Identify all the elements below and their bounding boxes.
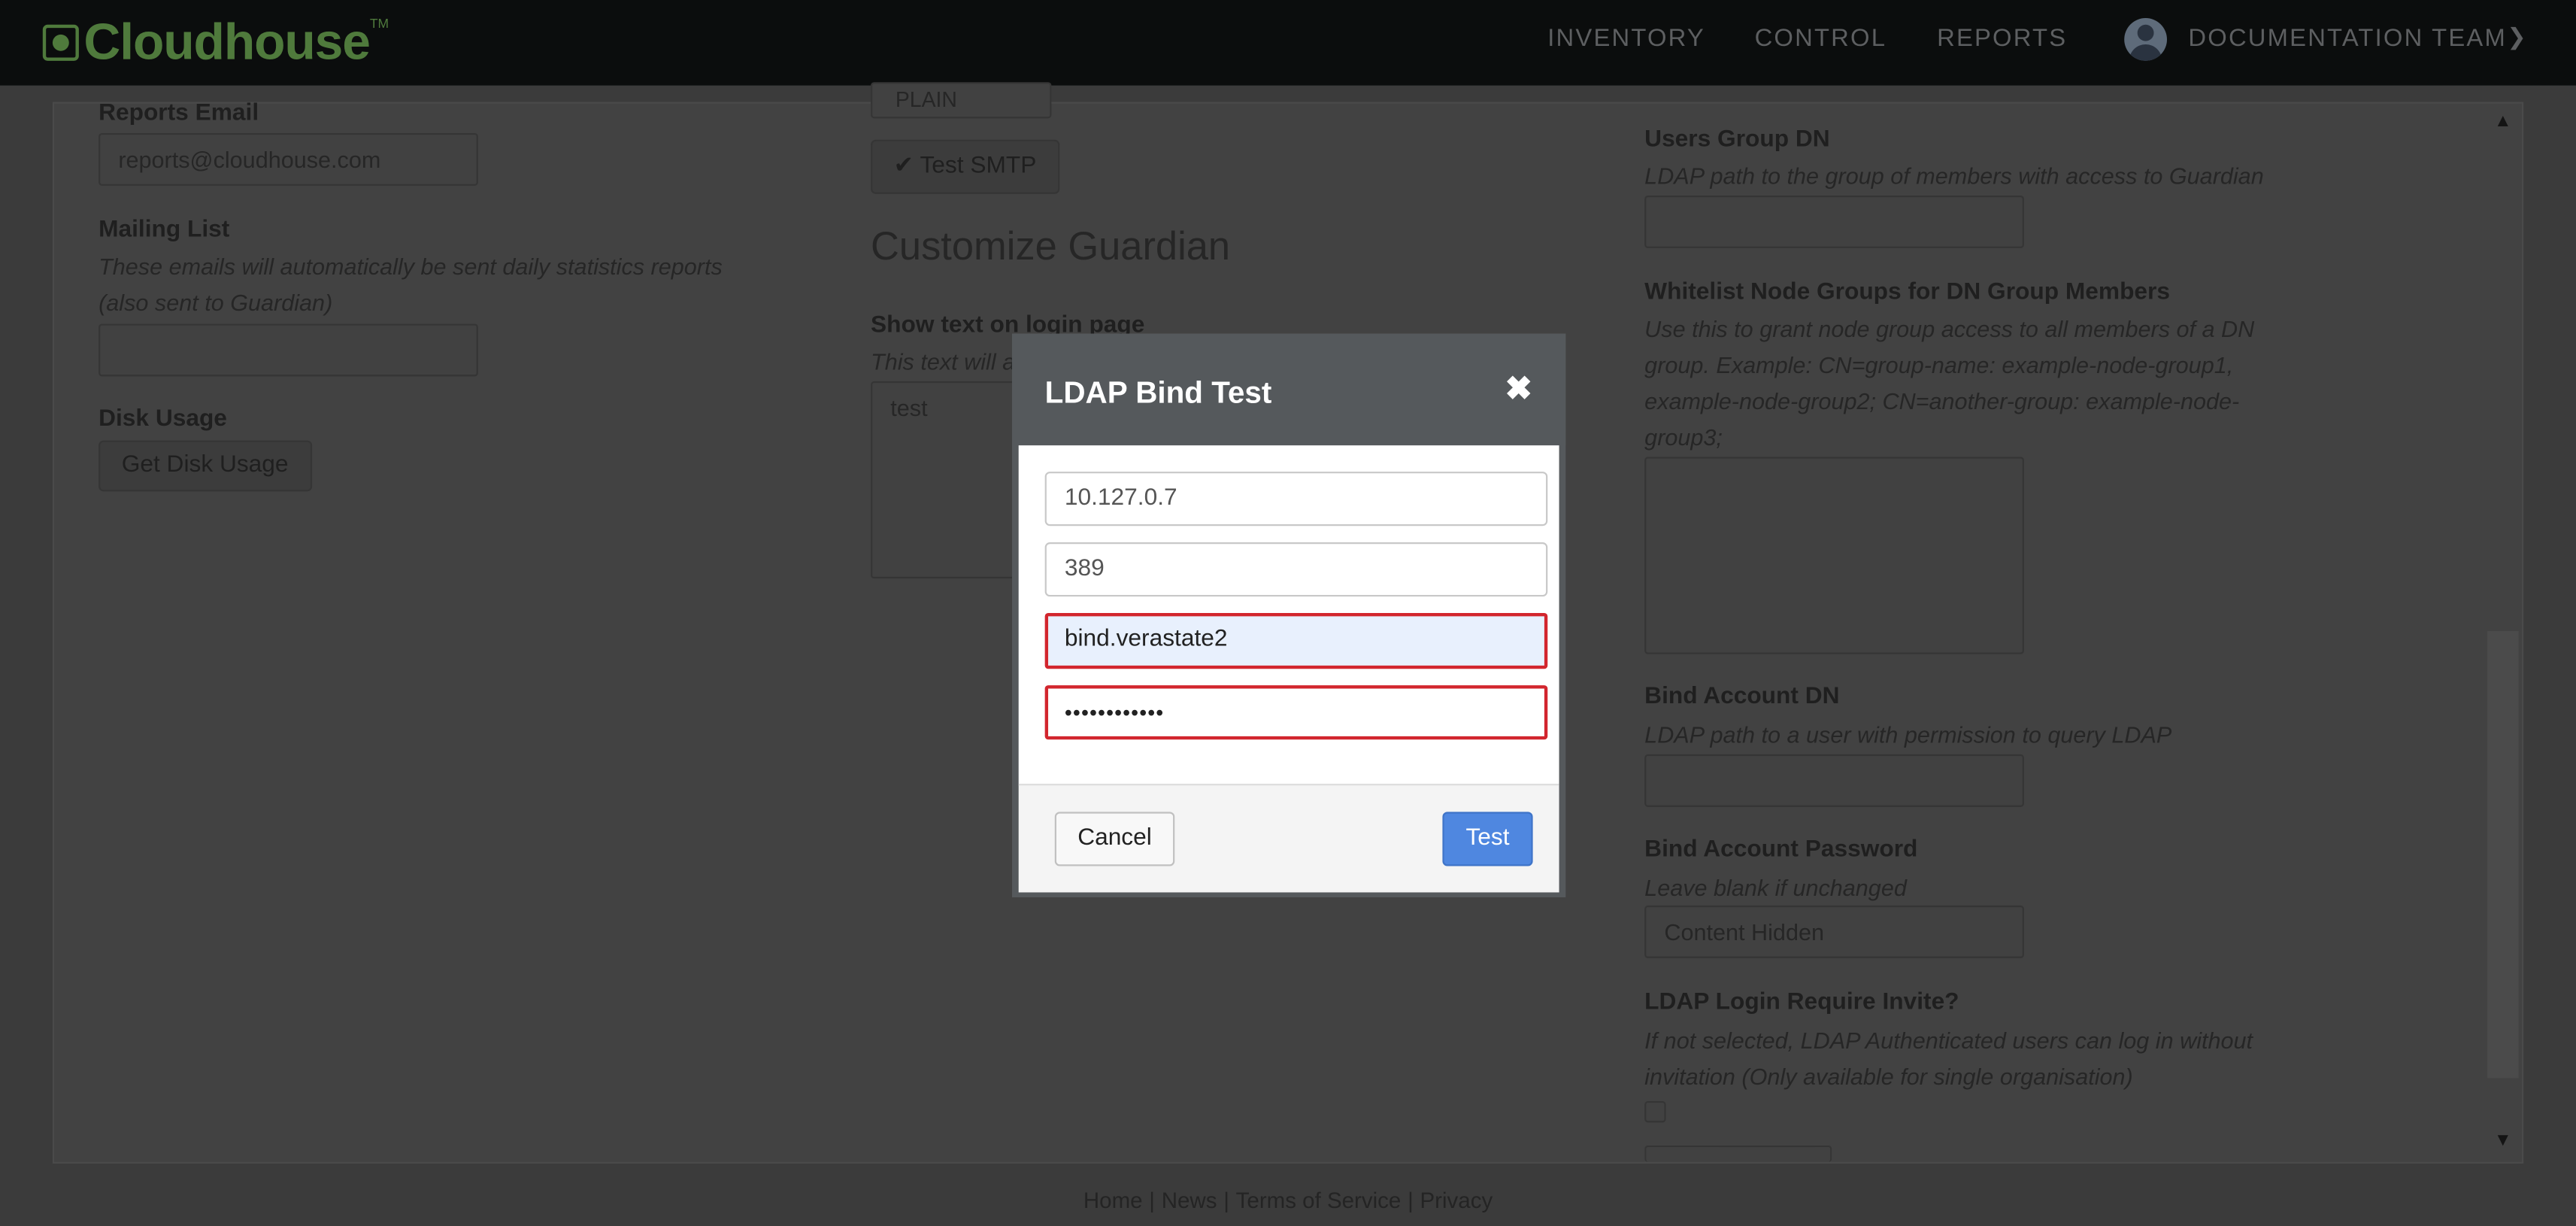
bind-account-password-help: Leave blank if unchanged — [1644, 874, 1907, 901]
get-disk-usage-button[interactable]: Get Disk Usage — [98, 440, 312, 492]
cancel-button[interactable]: Cancel — [1054, 812, 1175, 866]
bind-account-dn-help: LDAP path to a user with permission to q… — [1644, 721, 2172, 748]
scroll-down-icon[interactable]: ▼ — [2494, 1130, 2512, 1150]
footer-link-terms[interactable]: Terms of Service — [1236, 1188, 1402, 1213]
whitelist-help: Use this to grant node group access to a… — [1644, 315, 2255, 451]
users-group-dn-input[interactable] — [1644, 196, 2024, 248]
test-smtp-button[interactable]: ✔ Test SMTP — [871, 139, 1059, 194]
test-button[interactable]: Test — [1442, 812, 1533, 866]
nav-control[interactable]: CONTROL — [1755, 25, 1887, 53]
team-menu[interactable]: DOCUMENTATION TEAM — [2188, 25, 2507, 53]
footer-link-privacy[interactable]: Privacy — [1420, 1188, 1493, 1213]
brand-name: Cloudhouse — [83, 13, 371, 71]
close-icon[interactable]: ✖ — [1505, 373, 1532, 406]
trademark-mark: TM — [369, 15, 389, 31]
footer-link-home[interactable]: Home — [1083, 1188, 1143, 1213]
smtp-auth-select[interactable]: PLAIN — [871, 82, 1052, 119]
footer-link-news[interactable]: News — [1162, 1188, 1217, 1213]
modal-title: LDAP Bind Test — [1044, 375, 1272, 410]
ldap-server-input[interactable]: 10.127.0.7 — [1044, 472, 1548, 527]
ldap-bind-test-modal: LDAP Bind Test ✖ 10.127.0.7 389 bind.ver… — [1011, 333, 1566, 898]
check-icon: ✔ — [893, 153, 914, 180]
whitelist-textarea[interactable] — [1644, 457, 2024, 654]
modal-header: LDAP Bind Test ✖ — [1011, 333, 1566, 446]
scroll-up-icon[interactable]: ▲ — [2494, 112, 2512, 132]
reports-email-label: Reports Email — [98, 100, 259, 127]
users-group-dn-help: LDAP path to the group of members with a… — [1644, 162, 2264, 190]
ldap-require-invite-label: LDAP Login Require Invite? — [1644, 989, 1959, 1016]
save-button-partial[interactable] — [1644, 1145, 1832, 1162]
login-text-help: This text will a — [871, 348, 1016, 375]
nav-reports[interactable]: REPORTS — [1937, 25, 2067, 53]
mailing-list-help: These emails will automatically be sent … — [98, 253, 723, 316]
brand-logo[interactable]: Cloudhouse TM — [42, 13, 389, 72]
modal-body: 10.127.0.7 389 bind.verastate2 •••••••••… — [1018, 445, 1559, 784]
users-group-dn-label: Users Group DN — [1644, 126, 1830, 153]
ldap-port-input[interactable]: 389 — [1044, 542, 1548, 597]
scrollbar-thumb[interactable] — [2487, 631, 2519, 1079]
mailing-list-label: Mailing List — [98, 217, 230, 244]
user-avatar-icon[interactable] — [2124, 18, 2168, 61]
reports-email-input[interactable]: reports@cloudhouse.com — [98, 132, 478, 186]
bind-account-dn-label: Bind Account DN — [1644, 683, 1840, 710]
top-navbar: Cloudhouse TM INVENTORY CONTROL REPORTS … — [0, 0, 2576, 86]
logo-icon — [42, 24, 79, 61]
bind-account-dn-input[interactable] — [1644, 754, 2024, 807]
bind-username-input[interactable]: bind.verastate2 — [1044, 613, 1548, 669]
chevron-down-icon[interactable]: ❯ — [2507, 23, 2526, 51]
nav-inventory[interactable]: INVENTORY — [1547, 25, 1705, 53]
ldap-require-invite-checkbox[interactable] — [1644, 1100, 1666, 1123]
modal-footer: Cancel Test — [1018, 784, 1559, 893]
ldap-require-invite-help: If not selected, LDAP Authenticated user… — [1644, 1027, 2253, 1090]
disk-usage-label: Disk Usage — [98, 405, 227, 432]
bind-account-password-label: Bind Account Password — [1644, 836, 1918, 863]
mailing-list-input[interactable] — [98, 323, 478, 377]
bind-password-input[interactable]: •••••••••••• — [1044, 685, 1548, 740]
customize-guardian-heading: Customize Guardian — [871, 225, 1231, 270]
page-footer: Home | News | Terms of Service | Privacy — [1083, 1188, 1493, 1213]
bind-account-password-input[interactable]: Content Hidden — [1644, 905, 2024, 958]
whitelist-label: Whitelist Node Groups for DN Group Membe… — [1644, 279, 2171, 306]
login-text-textarea[interactable]: test — [871, 381, 1019, 579]
